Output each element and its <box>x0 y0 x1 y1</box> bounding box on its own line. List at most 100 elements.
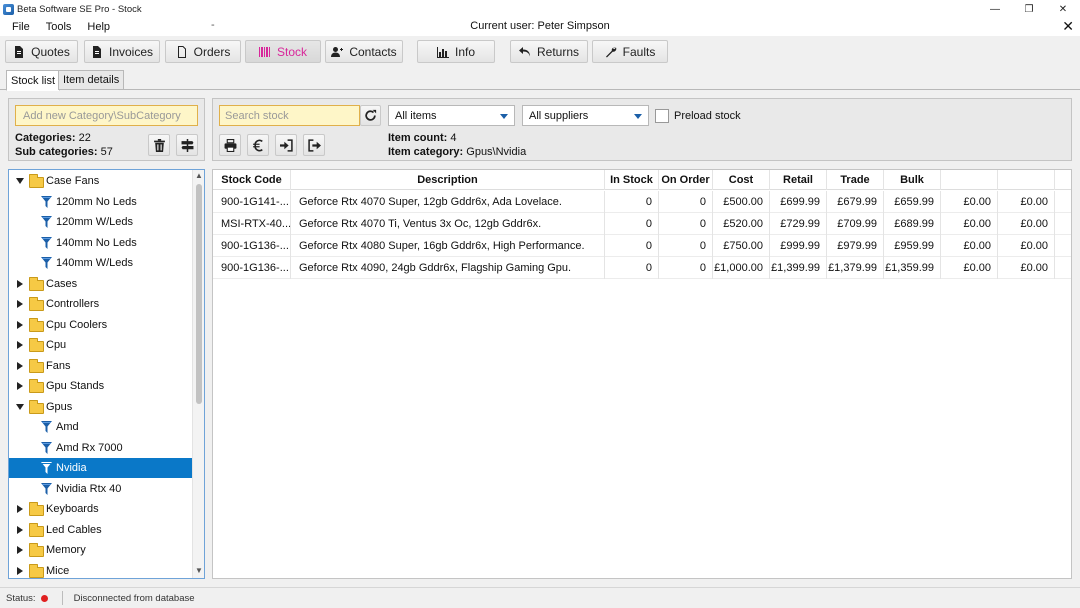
expand-arrow-icon[interactable] <box>17 320 23 329</box>
preload-stock-checkbox[interactable] <box>655 109 669 123</box>
move-category-button[interactable] <box>176 134 198 156</box>
orders-button[interactable]: Orders <box>165 40 241 63</box>
refresh-button[interactable] <box>360 105 381 126</box>
folder-icon <box>29 297 44 311</box>
column-header[interactable] <box>998 170 1055 190</box>
table-row[interactable]: 900-1G136-... Geforce Rtx 4090, 24gb Gddr… <box>213 257 1071 279</box>
menu-file[interactable]: File <box>12 21 30 33</box>
category-tree[interactable]: ▲ ▼ Case Fans 120mm No Leds 120mm W/Leds 14… <box>8 169 205 579</box>
close-icon[interactable]: ✕ <box>1062 18 1074 35</box>
menu-help[interactable]: Help <box>87 21 110 33</box>
folder-icon <box>29 317 44 332</box>
tree-item[interactable]: Nvidia Rtx 40 <box>9 479 192 499</box>
column-header[interactable]: Trade <box>827 170 884 190</box>
tree-item[interactable]: Gpu Stands <box>9 376 192 396</box>
table-row[interactable]: 900-1G136-... Geforce Rtx 4080 Super, 16g… <box>213 235 1071 257</box>
column-header[interactable] <box>941 170 998 190</box>
table-cell: £500.00 <box>713 191 770 213</box>
expand-arrow-icon[interactable] <box>17 566 23 575</box>
tree-item[interactable]: Cpu Coolers <box>9 315 192 335</box>
column-header[interactable]: Description <box>291 170 605 190</box>
expand-arrow-icon[interactable] <box>17 546 23 554</box>
table-cell: 0 <box>659 257 713 279</box>
table-cell: £679.99 <box>827 191 884 213</box>
table-cell: £0.00 <box>941 235 998 257</box>
scroll-up-icon[interactable]: ▲ <box>195 171 203 180</box>
table-row[interactable]: MSI-RTX-40... Geforce Rtx 4070 Ti, Ventus… <box>213 213 1071 235</box>
window-close-button[interactable]: ✕ <box>1046 0 1080 18</box>
items-filter-select[interactable]: All items <box>388 105 515 126</box>
returns-button[interactable]: Returns <box>510 40 588 63</box>
tree-item[interactable]: Keyboards <box>9 499 192 519</box>
expand-arrow-icon[interactable] <box>17 279 23 288</box>
tree-item[interactable]: Cases <box>9 274 192 294</box>
add-user-icon <box>331 46 344 57</box>
info-button[interactable]: Info <box>417 40 495 63</box>
stock-label: Stock <box>276 44 307 59</box>
quotes-button[interactable]: Quotes <box>5 40 78 63</box>
column-header[interactable]: In Stock <box>605 170 659 190</box>
folder-icon <box>29 338 44 352</box>
print-icon <box>224 138 236 152</box>
expand-arrow-icon[interactable] <box>17 382 23 390</box>
restore-button[interactable]: ❐ <box>1012 0 1046 18</box>
tree-item[interactable]: Controllers <box>9 294 192 314</box>
tab-item-details[interactable]: Item details <box>58 70 125 90</box>
tree-item[interactable]: Fans <box>9 356 192 376</box>
tree-item-label: Case Fans <box>46 175 100 187</box>
folder-icon <box>29 379 44 393</box>
expand-arrow-icon[interactable] <box>17 341 23 349</box>
blank-document-icon <box>177 45 186 58</box>
expand-arrow-icon[interactable] <box>17 300 23 308</box>
expand-arrow-icon[interactable] <box>17 505 23 513</box>
suppliers-filter-select[interactable]: All suppliers <box>522 105 649 126</box>
tree-item[interactable]: Amd Rx 7000 <box>9 438 192 458</box>
tree-item[interactable]: Memory <box>9 540 192 560</box>
stock-button[interactable]: Stock <box>245 40 321 63</box>
tree-item[interactable]: Nvidia <box>9 458 192 478</box>
tree-item[interactable]: 140mm No Leds <box>9 233 192 253</box>
minimize-button[interactable]: — <box>978 0 1012 18</box>
tree-item[interactable]: Case Fans <box>9 171 192 191</box>
expand-arrow-icon[interactable] <box>17 525 23 534</box>
expand-arrow-icon[interactable] <box>17 361 23 370</box>
filter-icon <box>41 257 52 269</box>
sign-out-icon <box>307 138 321 152</box>
tree-item[interactable]: 140mm W/Leds <box>9 253 192 273</box>
folder-icon <box>29 543 44 557</box>
column-header[interactable]: Bulk <box>884 170 941 190</box>
tree-item[interactable]: Gpus <box>9 397 192 417</box>
delete-category-button[interactable] <box>148 134 170 156</box>
scroll-down-icon[interactable]: ▼ <box>195 566 203 575</box>
folder-icon <box>29 522 44 537</box>
faults-button[interactable]: Faults <box>592 40 668 63</box>
tree-scrollbar-thumb[interactable] <box>196 184 202 404</box>
currency-button[interactable] <box>247 134 269 156</box>
tree-item[interactable]: 120mm W/Leds <box>9 212 192 232</box>
column-header[interactable]: Stock Code <box>213 170 291 190</box>
print-button[interactable] <box>219 134 241 156</box>
tree-item[interactable]: 120mm No Leds <box>9 192 192 212</box>
tree-item[interactable]: Led Cables <box>9 520 192 540</box>
search-stock-input[interactable]: Search stock <box>219 105 360 126</box>
export-button[interactable] <box>303 134 325 156</box>
invoices-button[interactable]: Invoices <box>84 40 160 63</box>
menu-tools[interactable]: Tools <box>46 21 72 33</box>
tree-item[interactable]: Mice <box>9 561 192 579</box>
column-header[interactable]: Cost <box>713 170 770 190</box>
column-header[interactable]: Retail <box>770 170 827 190</box>
table-row[interactable]: 900-1G141-... Geforce Rtx 4070 Super, 12g… <box>213 191 1071 213</box>
tree-item[interactable]: Cpu <box>9 335 192 355</box>
import-button[interactable] <box>275 134 297 156</box>
tree-scrollbar[interactable]: ▲ ▼ <box>192 170 204 578</box>
item-category-label: Item category: Gpus\Nvidia <box>388 146 526 158</box>
column-header[interactable]: On Order <box>659 170 713 190</box>
collapse-arrow-icon[interactable] <box>16 403 24 410</box>
table-cell: Geforce Rtx 4070 Super, 12gb Gddr6x, Ada… <box>291 191 605 213</box>
tab-stock-list[interactable]: Stock list <box>6 70 61 91</box>
add-category-input[interactable]: Add new Category\SubCategory <box>15 105 198 126</box>
collapse-arrow-icon[interactable] <box>16 178 24 184</box>
contacts-button[interactable]: Contacts <box>325 40 403 63</box>
subcategories-count: 57 <box>100 146 113 158</box>
tree-item[interactable]: Amd <box>9 417 192 437</box>
